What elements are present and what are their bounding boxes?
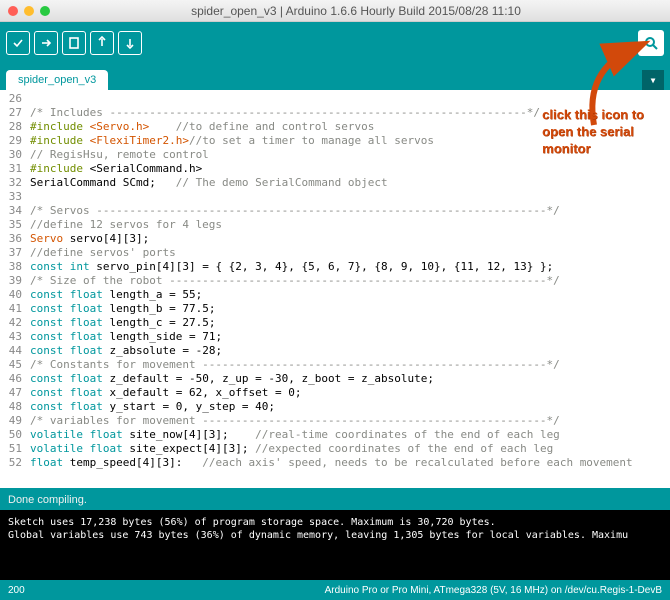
- window-titlebar: spider_open_v3 | Arduino 1.6.6 Hourly Bu…: [0, 0, 670, 22]
- open-sketch-button[interactable]: [90, 31, 114, 55]
- tab-menu-button[interactable]: [642, 70, 664, 90]
- status-bar: Done compiling.: [0, 492, 670, 510]
- verify-button[interactable]: [6, 31, 30, 55]
- footer-bar: 200 Arduino Pro or Pro Mini, ATmega328 (…: [0, 580, 670, 600]
- minimize-window-button[interactable]: [24, 6, 34, 16]
- window-controls: [8, 6, 50, 16]
- toolbar: [0, 22, 670, 64]
- annotation-text: click this icon to open the serial monit…: [542, 106, 644, 157]
- window-title: spider_open_v3 | Arduino 1.6.6 Hourly Bu…: [50, 4, 662, 18]
- close-window-button[interactable]: [8, 6, 18, 16]
- console-line: Sketch uses 17,238 bytes (56%) of progra…: [8, 516, 662, 529]
- new-sketch-button[interactable]: [62, 31, 86, 55]
- serial-monitor-button[interactable]: [638, 30, 664, 56]
- upload-button[interactable]: [34, 31, 58, 55]
- zoom-window-button[interactable]: [40, 6, 50, 16]
- console-output: Sketch uses 17,238 bytes (56%) of progra…: [0, 510, 670, 580]
- console-line: Global variables use 743 bytes (36%) of …: [8, 529, 662, 542]
- save-sketch-button[interactable]: [118, 31, 142, 55]
- board-port-indicator: Arduino Pro or Pro Mini, ATmega328 (5V, …: [325, 585, 662, 596]
- line-number-indicator: 200: [8, 585, 25, 596]
- tab-bar: spider_open_v3: [0, 64, 670, 90]
- sketch-tab[interactable]: spider_open_v3: [6, 70, 108, 90]
